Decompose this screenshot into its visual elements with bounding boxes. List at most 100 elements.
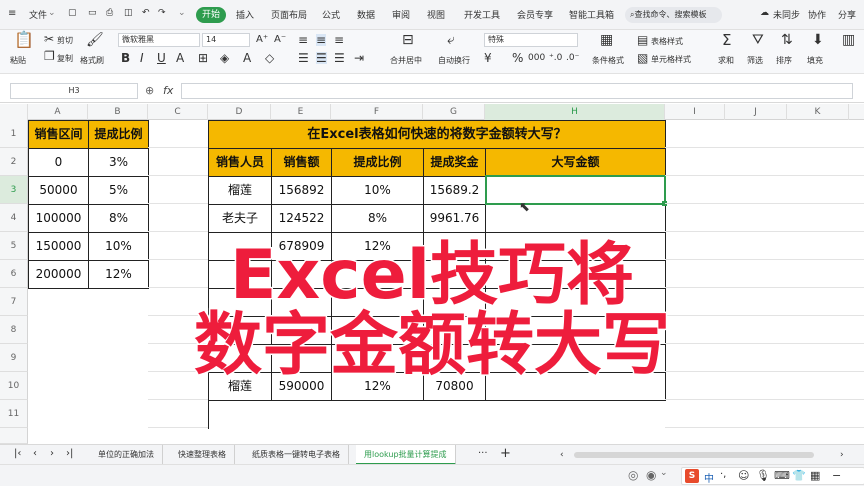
tab-start[interactable]: 开始: [196, 7, 226, 23]
sheet-tab[interactable]: 单位的正确加法: [90, 445, 163, 465]
tab-insert[interactable]: 插入: [236, 8, 254, 21]
align-center-icon[interactable]: ☰: [316, 52, 327, 64]
sheet-tab-active[interactable]: 用lookup批量计算提成: [356, 445, 456, 465]
main-table-title[interactable]: 在Excel表格如何快速的将数字金额转大写？: [209, 121, 666, 149]
sort-icon[interactable]: ⇅: [781, 33, 793, 47]
collab-button[interactable]: 协作: [808, 8, 826, 21]
font-shrink-icon[interactable]: A⁻: [274, 34, 286, 46]
main-header[interactable]: 销售人员: [209, 149, 272, 177]
font-grow-icon[interactable]: A⁺: [256, 34, 268, 46]
chevron-down-icon[interactable]: ⌄: [48, 8, 56, 18]
fill-icon[interactable]: ⬇: [812, 33, 824, 47]
font-color-icon[interactable]: A: [243, 52, 251, 64]
undo-icon[interactable]: ↶: [142, 8, 150, 18]
merge-icon[interactable]: ⊟: [402, 33, 414, 47]
cell-style-icon[interactable]: ▧: [637, 52, 648, 64]
tab-page-layout[interactable]: 页面布局: [271, 8, 307, 21]
align-top-icon[interactable]: ≡: [298, 34, 308, 46]
first-sheet-icon[interactable]: |‹: [14, 448, 21, 459]
align-bottom-icon[interactable]: ≡: [334, 34, 344, 46]
wrap-icon[interactable]: ⤶: [447, 33, 455, 47]
main-cell[interactable]: 8%: [332, 205, 424, 233]
main-header[interactable]: 大写金额: [486, 149, 666, 177]
zoom-icon[interactable]: ⊕: [145, 84, 154, 97]
column-header[interactable]: H: [485, 104, 665, 120]
decimal-increase-icon[interactable]: ⁺.0: [549, 52, 562, 64]
table-style-button[interactable]: 表格样式: [651, 36, 683, 47]
select-all-corner[interactable]: [0, 104, 28, 120]
formula-input[interactable]: [181, 83, 853, 99]
row-header[interactable]: 1: [0, 120, 28, 148]
open-folder-icon[interactable]: ▭: [88, 8, 97, 18]
preview-icon[interactable]: ◫: [124, 8, 133, 18]
number-format-select[interactable]: 特殊: [484, 33, 578, 47]
fill-button[interactable]: 填充: [807, 55, 823, 66]
lookup-header[interactable]: 提成比例: [89, 121, 149, 149]
copy-button[interactable]: 复制: [57, 53, 73, 64]
share-button[interactable]: 分享: [838, 8, 856, 21]
prev-sheet-icon[interactable]: ‹: [33, 448, 37, 459]
main-cell[interactable]: 124522: [272, 205, 332, 233]
main-cell[interactable]: 老夫子: [209, 205, 272, 233]
lookup-header[interactable]: 销售区间: [29, 121, 89, 149]
sort-button[interactable]: 排序: [776, 55, 792, 66]
scroll-left-icon[interactable]: ‹: [560, 450, 570, 460]
add-sheet-icon[interactable]: +: [500, 446, 511, 461]
main-cell[interactable]: 156892: [272, 177, 332, 205]
align-right-icon[interactable]: ☰: [334, 52, 345, 64]
tab-view[interactable]: 视图: [427, 8, 445, 21]
main-cell[interactable]: 榴莲: [209, 177, 272, 205]
format-painter-button[interactable]: 格式刷: [80, 55, 104, 66]
column-header[interactable]: I: [665, 104, 725, 120]
bold-icon[interactable]: B: [121, 52, 130, 64]
next-sheet-icon[interactable]: ›: [50, 448, 54, 459]
underline-icon[interactable]: U: [157, 52, 166, 64]
fill-color-icon[interactable]: ◈: [220, 52, 229, 64]
print-icon[interactable]: ⎙: [106, 8, 113, 18]
tab-review[interactable]: 审阅: [392, 8, 410, 21]
strike-icon[interactable]: A: [176, 52, 184, 64]
paste-button[interactable]: 粘贴: [10, 55, 26, 66]
main-header[interactable]: 销售额: [272, 149, 332, 177]
emoji-icon[interactable]: ☺: [738, 469, 749, 482]
column-header[interactable]: F: [331, 104, 423, 120]
thousands-icon[interactable]: 000: [528, 52, 545, 64]
decimal-decrease-icon[interactable]: .0⁻: [566, 52, 579, 64]
wrap-text-button[interactable]: 自动换行: [438, 55, 470, 66]
main-cell[interactable]: 10%: [332, 177, 424, 205]
copy-icon[interactable]: ❐: [44, 50, 55, 62]
column-header[interactable]: B: [88, 104, 148, 120]
clear-icon[interactable]: ◇: [265, 52, 274, 64]
sum-icon[interactable]: Σ: [722, 33, 731, 48]
new-file-icon[interactable]: ▢: [68, 8, 77, 18]
selected-cell-h3[interactable]: [485, 175, 666, 205]
cond-format-button[interactable]: 条件格式: [592, 55, 624, 66]
grid-icon[interactable]: ▦: [810, 469, 820, 482]
punct-icon[interactable]: ·,: [720, 469, 726, 480]
tab-data[interactable]: 数据: [357, 8, 375, 21]
mic-icon[interactable]: 🎙: [756, 469, 770, 482]
sheet-tab[interactable]: 快速整理表格: [170, 445, 235, 465]
main-cell[interactable]: [486, 205, 666, 233]
currency-icon[interactable]: ¥: [484, 52, 492, 64]
keyboard-icon[interactable]: ⌨: [774, 469, 790, 482]
brush-icon[interactable]: 🖌: [86, 33, 104, 47]
filter-button[interactable]: 筛选: [747, 55, 763, 66]
target-icon[interactable]: ◉: [646, 468, 656, 482]
cell-style-button[interactable]: 单元格样式: [651, 54, 691, 65]
lookup-cell[interactable]: 50000: [29, 177, 89, 205]
name-box[interactable]: H3: [10, 83, 138, 99]
search-box[interactable]: ⌕查找命令、搜索模板: [625, 7, 722, 23]
column-header[interactable]: D: [208, 104, 271, 120]
tab-developer[interactable]: 开发工具: [464, 8, 500, 21]
row-header[interactable]: 4: [0, 204, 28, 232]
italic-icon[interactable]: I: [140, 52, 144, 64]
ime-mode[interactable]: 中: [704, 470, 714, 485]
eye-icon[interactable]: ◎: [628, 468, 638, 482]
lookup-cell[interactable]: 100000: [29, 205, 89, 233]
table-icon[interactable]: ▤: [637, 34, 648, 46]
indent-icon[interactable]: ⇥: [354, 52, 364, 64]
lookup-cell[interactable]: 8%: [89, 205, 149, 233]
row-header[interactable]: 3: [0, 176, 28, 204]
last-sheet-icon[interactable]: ›|: [66, 448, 73, 459]
